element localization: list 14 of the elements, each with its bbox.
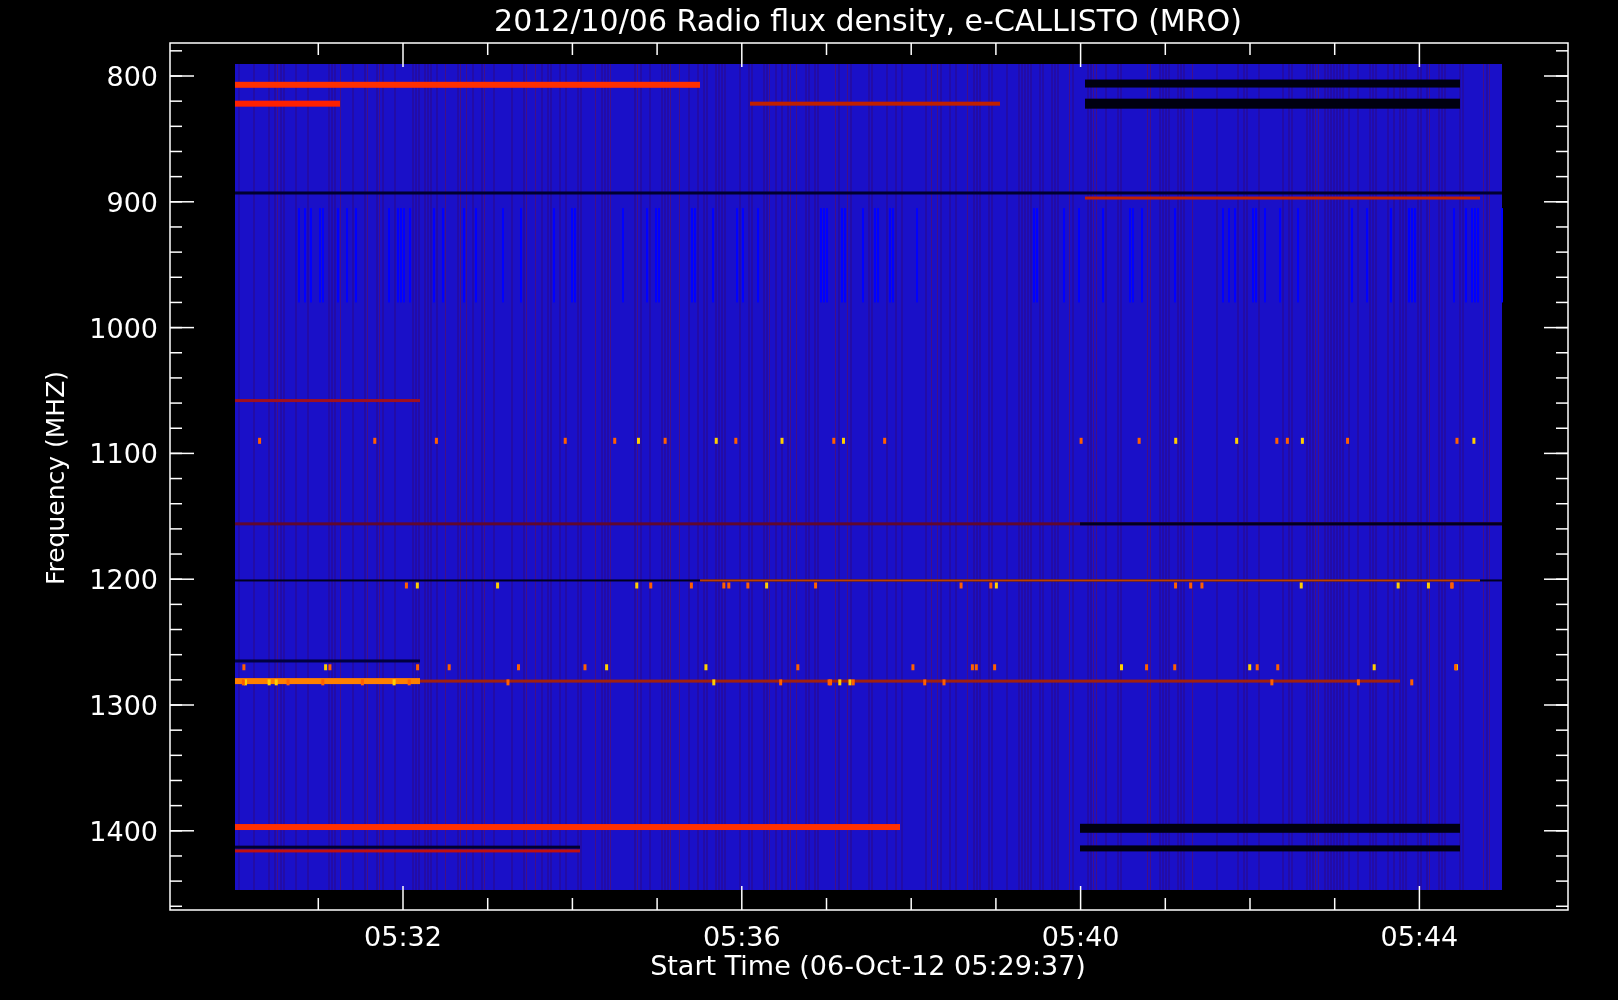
x-tick-label: 05:44 xyxy=(1380,921,1459,952)
y-axis-label: Frequency (MHZ) xyxy=(41,370,70,586)
y-tick-label: 1200 xyxy=(89,564,158,596)
y-tick-label: 1000 xyxy=(89,312,158,344)
y-tick-label: 1300 xyxy=(89,690,158,721)
x-tick-label: 05:36 xyxy=(702,921,781,952)
x-axis-label: Start Time (06-Oct-12 05:29:37) xyxy=(650,950,1086,981)
y-tick-label: 1400 xyxy=(89,815,158,847)
x-tick-label: 05:40 xyxy=(1041,921,1120,952)
y-tick-label: 1100 xyxy=(89,438,158,470)
y-tick-label: 800 xyxy=(106,61,158,92)
chart-title: 2012/10/06 Radio flux density, e-CALLISTO (MRO) xyxy=(494,3,1242,38)
y-tick-label: 900 xyxy=(106,186,158,218)
x-tick-label: 05:32 xyxy=(364,921,442,952)
